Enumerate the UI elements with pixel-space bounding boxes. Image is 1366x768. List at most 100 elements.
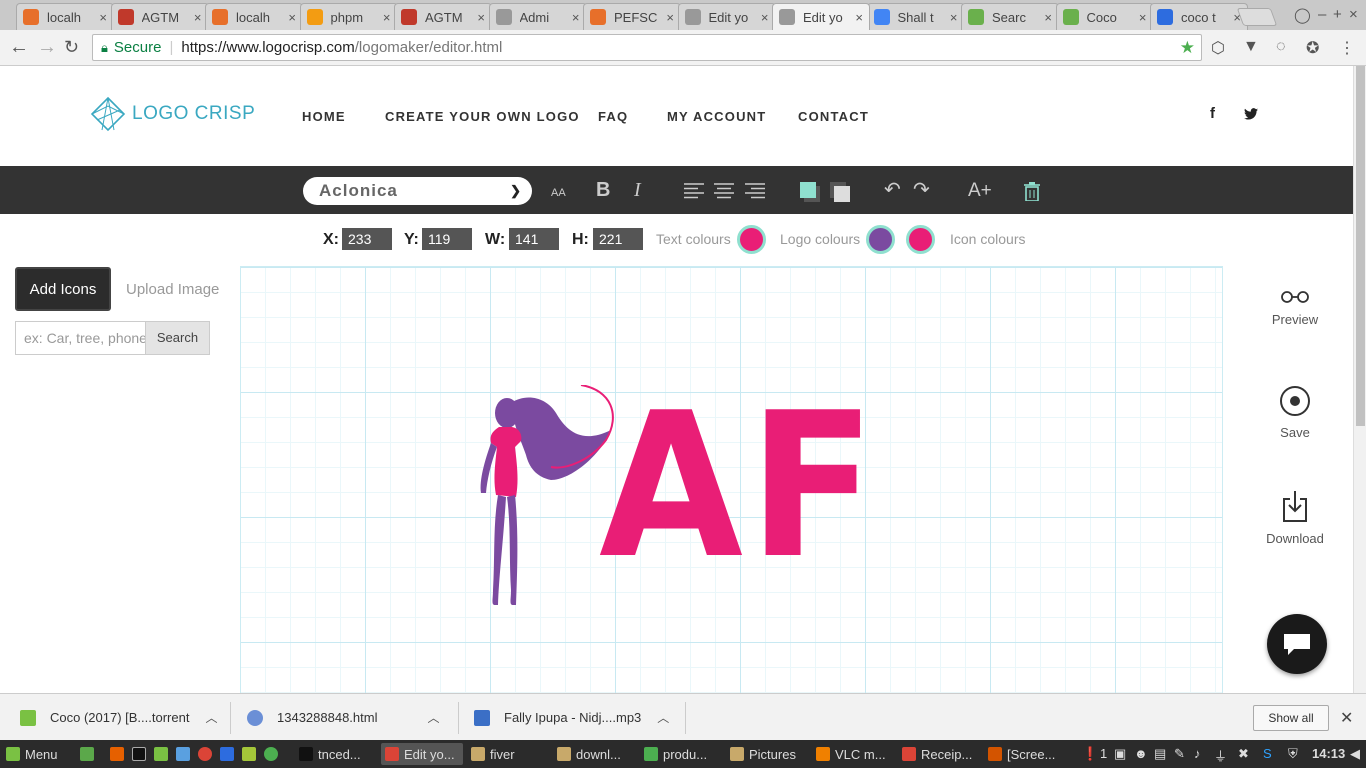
reload-icon[interactable]: ↻ [64, 37, 79, 57]
logo-colour-swatch-1[interactable] [866, 225, 895, 254]
nav-faq[interactable]: FAQ [598, 109, 628, 124]
nav-home[interactable]: HOME [302, 109, 346, 124]
browser-tab[interactable]: Coco × [1055, 3, 1154, 30]
browser-tab[interactable]: localh × [205, 3, 303, 30]
close-tab-icon[interactable]: × [99, 10, 107, 25]
maximize-icon[interactable]: + [1333, 6, 1342, 23]
close-tab-icon[interactable]: × [477, 10, 485, 25]
download-button[interactable]: Download [1255, 489, 1335, 546]
close-tab-icon[interactable]: × [572, 10, 580, 25]
browser-tab[interactable]: Searc × [961, 3, 1059, 30]
w-field[interactable]: 141 [509, 228, 559, 250]
app-launcher-icon[interactable] [264, 747, 278, 761]
logo-colour-swatch-2[interactable] [906, 225, 935, 254]
bring-forward-icon[interactable] [800, 182, 820, 202]
browser-tab[interactable]: phpm × [299, 3, 398, 30]
font-size-icon[interactable]: AA [551, 180, 566, 205]
download-item[interactable]: Fally Ipupa - Nidj....mp3 ︿ [474, 694, 669, 741]
extension-v-icon[interactable]: ▼ [1243, 38, 1259, 56]
text-colour-swatch[interactable] [737, 225, 766, 254]
align-right-icon[interactable] [745, 183, 765, 199]
shield-icon[interactable]: ⛨ [1288, 746, 1298, 762]
nav-create-logo[interactable]: CREATE YOUR OWN LOGO [385, 109, 580, 124]
browser-tab[interactable]: Edit yo × [772, 3, 870, 30]
chevron-up-icon[interactable]: ︿ [205, 709, 217, 726]
user-icon[interactable]: ☻ [1134, 746, 1148, 761]
start-menu-button[interactable]: Menu [2, 743, 62, 765]
close-tab-icon[interactable]: × [1139, 10, 1147, 25]
design-canvas[interactable]: AF [240, 266, 1223, 694]
taskbar-window[interactable]: Pictures [726, 743, 808, 765]
pen-icon[interactable]: ✎ [1174, 746, 1185, 762]
taskbar-window[interactable]: tnced... [295, 743, 377, 765]
browser-tab[interactable]: Edit yo × [677, 3, 776, 30]
usb-icon[interactable]: ⏚ [1214, 746, 1227, 765]
chevron-up-icon[interactable]: ︿ [657, 709, 669, 726]
x-field[interactable]: 233 [342, 228, 392, 250]
nav-my-account[interactable]: MY ACCOUNT [667, 109, 766, 124]
files-launcher-icon[interactable] [154, 747, 168, 761]
virtualbox-icon[interactable] [176, 747, 190, 761]
font-select[interactable]: Aclonica ❯ [303, 177, 532, 205]
close-tab-icon[interactable]: × [194, 10, 202, 25]
close-tab-icon[interactable]: × [1044, 10, 1052, 25]
show-desktop-icon[interactable] [80, 747, 94, 761]
warning-icon[interactable]: ❗ [1082, 746, 1098, 762]
redo-icon[interactable]: ↷ [913, 178, 930, 202]
delete-icon[interactable] [1024, 182, 1040, 201]
page-scrollbar[interactable] [1353, 66, 1366, 693]
scrollbar-thumb[interactable] [1356, 66, 1365, 426]
chrome-launcher-icon[interactable] [198, 747, 212, 761]
extension-owl-icon[interactable]: ✪ [1306, 38, 1319, 58]
xampp-tray-icon[interactable]: ✖ [1238, 746, 1249, 762]
taskbar-window[interactable]: fiver [467, 743, 549, 765]
upload-image-tab[interactable]: Upload Image [126, 281, 219, 298]
close-tab-icon[interactable]: × [855, 10, 863, 25]
minimize-icon[interactable]: – [1318, 6, 1326, 23]
close-tab-icon[interactable]: × [950, 10, 958, 25]
chrome-menu-icon[interactable]: ⋮ [1339, 38, 1355, 58]
align-left-icon[interactable] [684, 183, 704, 199]
add-text-icon[interactable]: A+ [968, 178, 992, 203]
back-icon[interactable]: ← [9, 37, 29, 57]
facebook-icon[interactable]: f [1210, 105, 1215, 122]
twitter-icon[interactable] [1244, 108, 1258, 120]
align-center-icon[interactable] [714, 183, 734, 199]
chat-widget-button[interactable] [1267, 614, 1327, 674]
browser-tab[interactable]: PEFSC × [583, 3, 681, 30]
close-tab-icon[interactable]: × [761, 10, 769, 25]
tray-box-icon[interactable]: ▤ [1154, 746, 1166, 762]
user-profile-icon[interactable]: ◯ [1294, 6, 1311, 24]
taskbar-window[interactable]: produ... [640, 743, 722, 765]
url-bar[interactable]: 🔒︎ Secure | https://www.logocrisp.com/lo… [92, 34, 1202, 61]
volume-icon[interactable]: ◀ [1350, 746, 1360, 762]
taskbar-window[interactable]: Receip... [898, 743, 980, 765]
show-all-button[interactable]: Show all [1253, 705, 1329, 731]
taskbar-window[interactable]: [Scree... [984, 743, 1066, 765]
preview-button[interactable]: Preview [1255, 288, 1335, 327]
icon-search-input[interactable]: ex: Car, tree, phone [15, 321, 146, 355]
extension-circle-icon[interactable]: ◌ [1276, 38, 1286, 56]
add-icons-tab[interactable]: Add Icons [15, 267, 111, 311]
close-window-icon[interactable]: × [1349, 6, 1358, 23]
taskbar-window[interactable]: Edit yo... [381, 743, 463, 765]
browser-tab[interactable]: Admi × [488, 3, 587, 30]
bookmark-star-icon[interactable]: ★ [1180, 38, 1195, 58]
close-tab-icon[interactable]: × [288, 10, 296, 25]
nav-contact[interactable]: CONTACT [798, 109, 869, 124]
browser-tab[interactable]: localh × [16, 3, 114, 30]
browser-tab[interactable]: Shall t × [866, 3, 965, 30]
save-button[interactable]: Save [1255, 385, 1335, 440]
xampp-launcher-icon[interactable] [220, 747, 234, 761]
tray-app-icon[interactable]: ▣ [1114, 746, 1126, 762]
firefox-icon[interactable] [110, 747, 124, 761]
browser-tab[interactable]: AGTM × [394, 3, 492, 30]
android-studio-icon[interactable] [242, 747, 256, 761]
site-logo[interactable]: LOGO CRISP [90, 96, 255, 132]
close-tab-icon[interactable]: × [666, 10, 674, 25]
music-icon[interactable]: ♪ [1194, 746, 1201, 761]
undo-icon[interactable]: ↶ [884, 178, 901, 202]
download-item[interactable]: Coco (2017) [B....torrent ︿ [20, 694, 217, 741]
h-field[interactable]: 221 [593, 228, 643, 250]
logo-text-element[interactable]: AF [599, 387, 881, 587]
